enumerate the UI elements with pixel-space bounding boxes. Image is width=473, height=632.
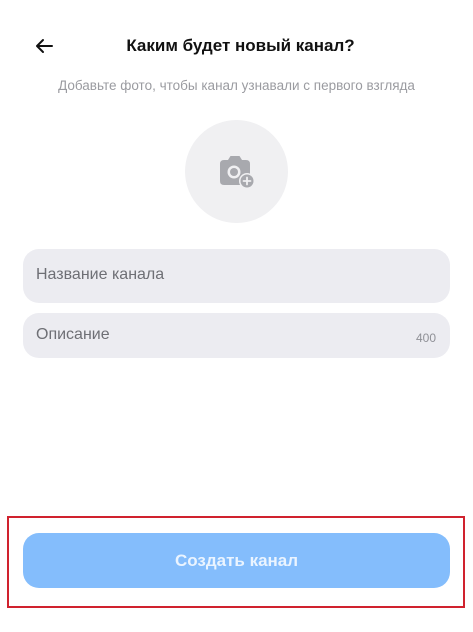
avatar-picker[interactable] <box>185 120 288 223</box>
page-title: Каким будет новый канал? <box>126 36 355 55</box>
description-field[interactable]: Описание 400 <box>23 313 450 358</box>
channel-name-field[interactable]: Название канала <box>23 249 450 303</box>
subtitle: Добавьте фото, чтобы канал узнавали с пе… <box>58 78 415 93</box>
camera-add-icon <box>219 155 255 189</box>
create-channel-button[interactable]: Создать канал <box>23 533 450 588</box>
channel-name-placeholder: Название канала <box>36 266 165 283</box>
char-counter: 400 <box>415 331 436 345</box>
header: Каким будет новый канал? <box>0 28 473 64</box>
description-placeholder: Описание <box>36 326 110 343</box>
